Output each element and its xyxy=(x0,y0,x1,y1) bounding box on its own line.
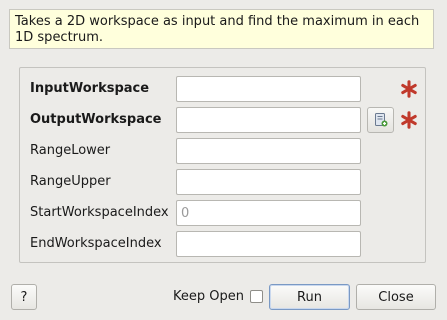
range-lower-field[interactable] xyxy=(176,138,361,164)
property-row-end-workspace-index: EndWorkspaceIndex xyxy=(20,231,425,257)
property-row-range-upper: RangeUpper xyxy=(20,169,425,195)
workspace-browse-button[interactable] xyxy=(367,107,394,133)
close-button[interactable]: Close xyxy=(356,284,436,310)
range-upper-label: RangeUpper xyxy=(30,174,111,189)
input-workspace-label: InputWorkspace xyxy=(30,81,150,96)
property-row-range-lower: RangeLower xyxy=(20,138,425,164)
output-workspace-field[interactable] xyxy=(176,107,361,133)
property-row-start-workspace-index: StartWorkspaceIndex xyxy=(20,200,425,226)
range-upper-field[interactable] xyxy=(176,169,361,195)
asterisk-icon xyxy=(399,108,419,132)
run-button[interactable]: Run xyxy=(269,284,350,310)
keep-open-checkbox[interactable] xyxy=(250,290,263,303)
range-lower-label: RangeLower xyxy=(30,143,111,158)
output-workspace-label: OutputWorkspace xyxy=(30,112,162,127)
help-button[interactable]: ? xyxy=(11,284,37,310)
end-workspace-index-field[interactable] xyxy=(176,231,361,257)
end-workspace-index-label: EndWorkspaceIndex xyxy=(30,236,162,251)
start-workspace-index-label: StartWorkspaceIndex xyxy=(30,205,169,220)
property-row-output-workspace: OutputWorkspace xyxy=(20,107,425,133)
asterisk-icon xyxy=(399,77,419,101)
property-row-input-workspace: InputWorkspace xyxy=(20,76,425,102)
input-workspace-field[interactable] xyxy=(176,76,361,102)
properties-group: InputWorkspace OutputWorkspace RangeLowe… xyxy=(19,67,426,263)
start-workspace-index-field[interactable] xyxy=(176,200,361,226)
algorithm-description: Takes a 2D workspace as input and find t… xyxy=(9,9,434,49)
workspace-browse-icon xyxy=(373,112,389,128)
keep-open-label: Keep Open xyxy=(173,289,244,304)
